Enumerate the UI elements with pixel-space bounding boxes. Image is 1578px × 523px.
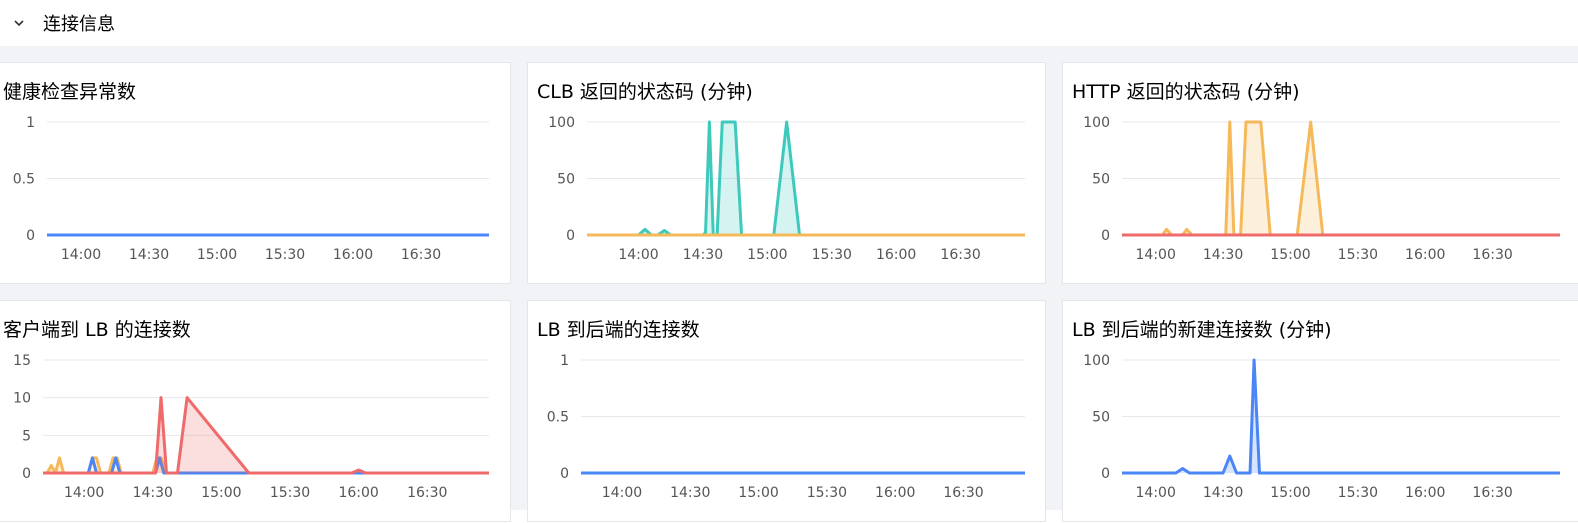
y-tick-label: 0 <box>560 466 569 482</box>
y-tick-label: 0 <box>1101 228 1110 244</box>
chart-svg: 100 50 0 14:00 14:30 15:00 15:30 16:00 16:30 <box>548 115 1025 263</box>
chart-panel-lb-backend: LB 到后端的连接数 1 0.5 0 14:00 14:30 15:00 15:30 16:0… <box>527 300 1046 522</box>
y-tick-label: 0 <box>26 228 35 244</box>
x-tick-label: 14:30 <box>1203 247 1243 263</box>
x-tick-label: 14:30 <box>1203 485 1243 501</box>
x-tick-label: 15:30 <box>265 247 305 263</box>
x-tick-label: 14:00 <box>1136 485 1176 501</box>
chart-svg: 100 50 0 14:00 14:30 15:00 15:30 16:00 16:30 <box>1083 115 1560 263</box>
y-tick-label: 100 <box>1083 353 1110 369</box>
y-tick-label: 0 <box>1101 466 1110 482</box>
y-tick-label: 5 <box>22 428 31 444</box>
series-line[interactable] <box>43 456 489 475</box>
chart-panel-health: 健康检查异常数 1 0.5 0 14:00 14:30 15:00 15:30 16:00 16… <box>0 62 511 284</box>
chart-panel-lb-backend-new: LB 到后端的新建连接数 (分钟) 100 50 0 14:00 14:30 15:00 1… <box>1062 300 1578 522</box>
x-tick-label: 14:30 <box>129 247 169 263</box>
x-tick-label: 16:00 <box>1405 485 1445 501</box>
x-tick-label: 15:30 <box>1338 247 1378 263</box>
y-tick-label: 50 <box>1092 410 1110 426</box>
x-tick-label: 15:30 <box>1338 485 1378 501</box>
x-tick-label: 14:00 <box>602 485 642 501</box>
y-tick-label: 50 <box>557 172 575 188</box>
x-tick-label: 15:00 <box>1270 247 1310 263</box>
section-title: 连接信息 <box>43 14 115 35</box>
y-tick-label: 15 <box>13 353 31 369</box>
x-tick-label: 15:30 <box>812 247 852 263</box>
x-tick-label: 16:30 <box>943 485 983 501</box>
x-tick-label: 15:00 <box>201 485 241 501</box>
x-tick-label: 16:00 <box>875 485 915 501</box>
x-tick-label: 14:00 <box>618 247 658 263</box>
y-tick-label: 10 <box>13 391 31 407</box>
x-tick-label: 16:00 <box>333 247 373 263</box>
x-tick-label: 16:30 <box>1472 485 1512 501</box>
x-tick-label: 15:30 <box>270 485 310 501</box>
y-tick-label: 1 <box>560 353 569 369</box>
x-tick-label: 14:00 <box>61 247 101 263</box>
x-tick-label: 16:00 <box>876 247 916 263</box>
x-tick-label: 15:00 <box>738 485 778 501</box>
x-tick-label: 16:30 <box>1472 247 1512 263</box>
charts-area: 健康检查异常数 1 0.5 0 14:00 14:30 15:00 15:30 16:00 16… <box>0 46 1578 522</box>
x-tick-label: 14:30 <box>133 485 173 501</box>
x-tick-label: 16:30 <box>401 247 441 263</box>
y-tick-label: 0 <box>22 466 31 482</box>
y-tick-label: 0 <box>566 228 575 244</box>
chevron-down-icon[interactable] <box>12 16 26 30</box>
y-tick-label: 1 <box>26 115 35 131</box>
y-tick-label: 100 <box>548 115 575 131</box>
x-tick-label: 16:00 <box>338 485 378 501</box>
x-tick-label: 16:30 <box>407 485 447 501</box>
chart-panel-clb-status: CLB 返回的状态码 (分钟) 100 50 0 14:00 14:30 15:00 15:… <box>527 62 1046 284</box>
chart-panel-http-status: HTTP 返回的状态码 (分钟) 100 50 0 14:00 14:30 15:00 15… <box>1062 62 1578 284</box>
x-tick-label: 14:30 <box>683 247 723 263</box>
x-tick-label: 16:00 <box>1405 247 1445 263</box>
x-tick-label: 14:30 <box>670 485 710 501</box>
chart-svg: 15 10 5 0 14:00 14:30 15:00 15:30 16:00 16:30 <box>13 353 489 501</box>
chart-svg: 1 0.5 0 14:00 14:30 15:00 15:30 16:00 16:30 <box>547 353 1025 501</box>
chart-panel-client-lb: 客户端到 LB 的连接数 15 10 5 0 14:00 14:30 15:00 15:30 1… <box>0 300 511 522</box>
x-tick-label: 15:00 <box>197 247 237 263</box>
section-header[interactable]: 连接信息 <box>0 0 1578 46</box>
y-tick-label: 50 <box>1092 172 1110 188</box>
y-tick-label: 0.5 <box>547 410 569 426</box>
x-tick-label: 15:30 <box>807 485 847 501</box>
y-tick-label: 0.5 <box>13 172 35 188</box>
chart-svg: 1 0.5 0 14:00 14:30 15:00 15:30 16:00 16:30 <box>13 115 489 263</box>
y-tick-label: 100 <box>1083 115 1110 131</box>
x-tick-label: 16:30 <box>940 247 980 263</box>
chart-svg: 100 50 0 14:00 14:30 15:00 15:30 16:00 16:30 <box>1083 353 1560 501</box>
x-tick-label: 14:00 <box>1136 247 1176 263</box>
x-tick-label: 15:00 <box>747 247 787 263</box>
x-tick-label: 15:00 <box>1270 485 1310 501</box>
x-tick-label: 14:00 <box>64 485 104 501</box>
